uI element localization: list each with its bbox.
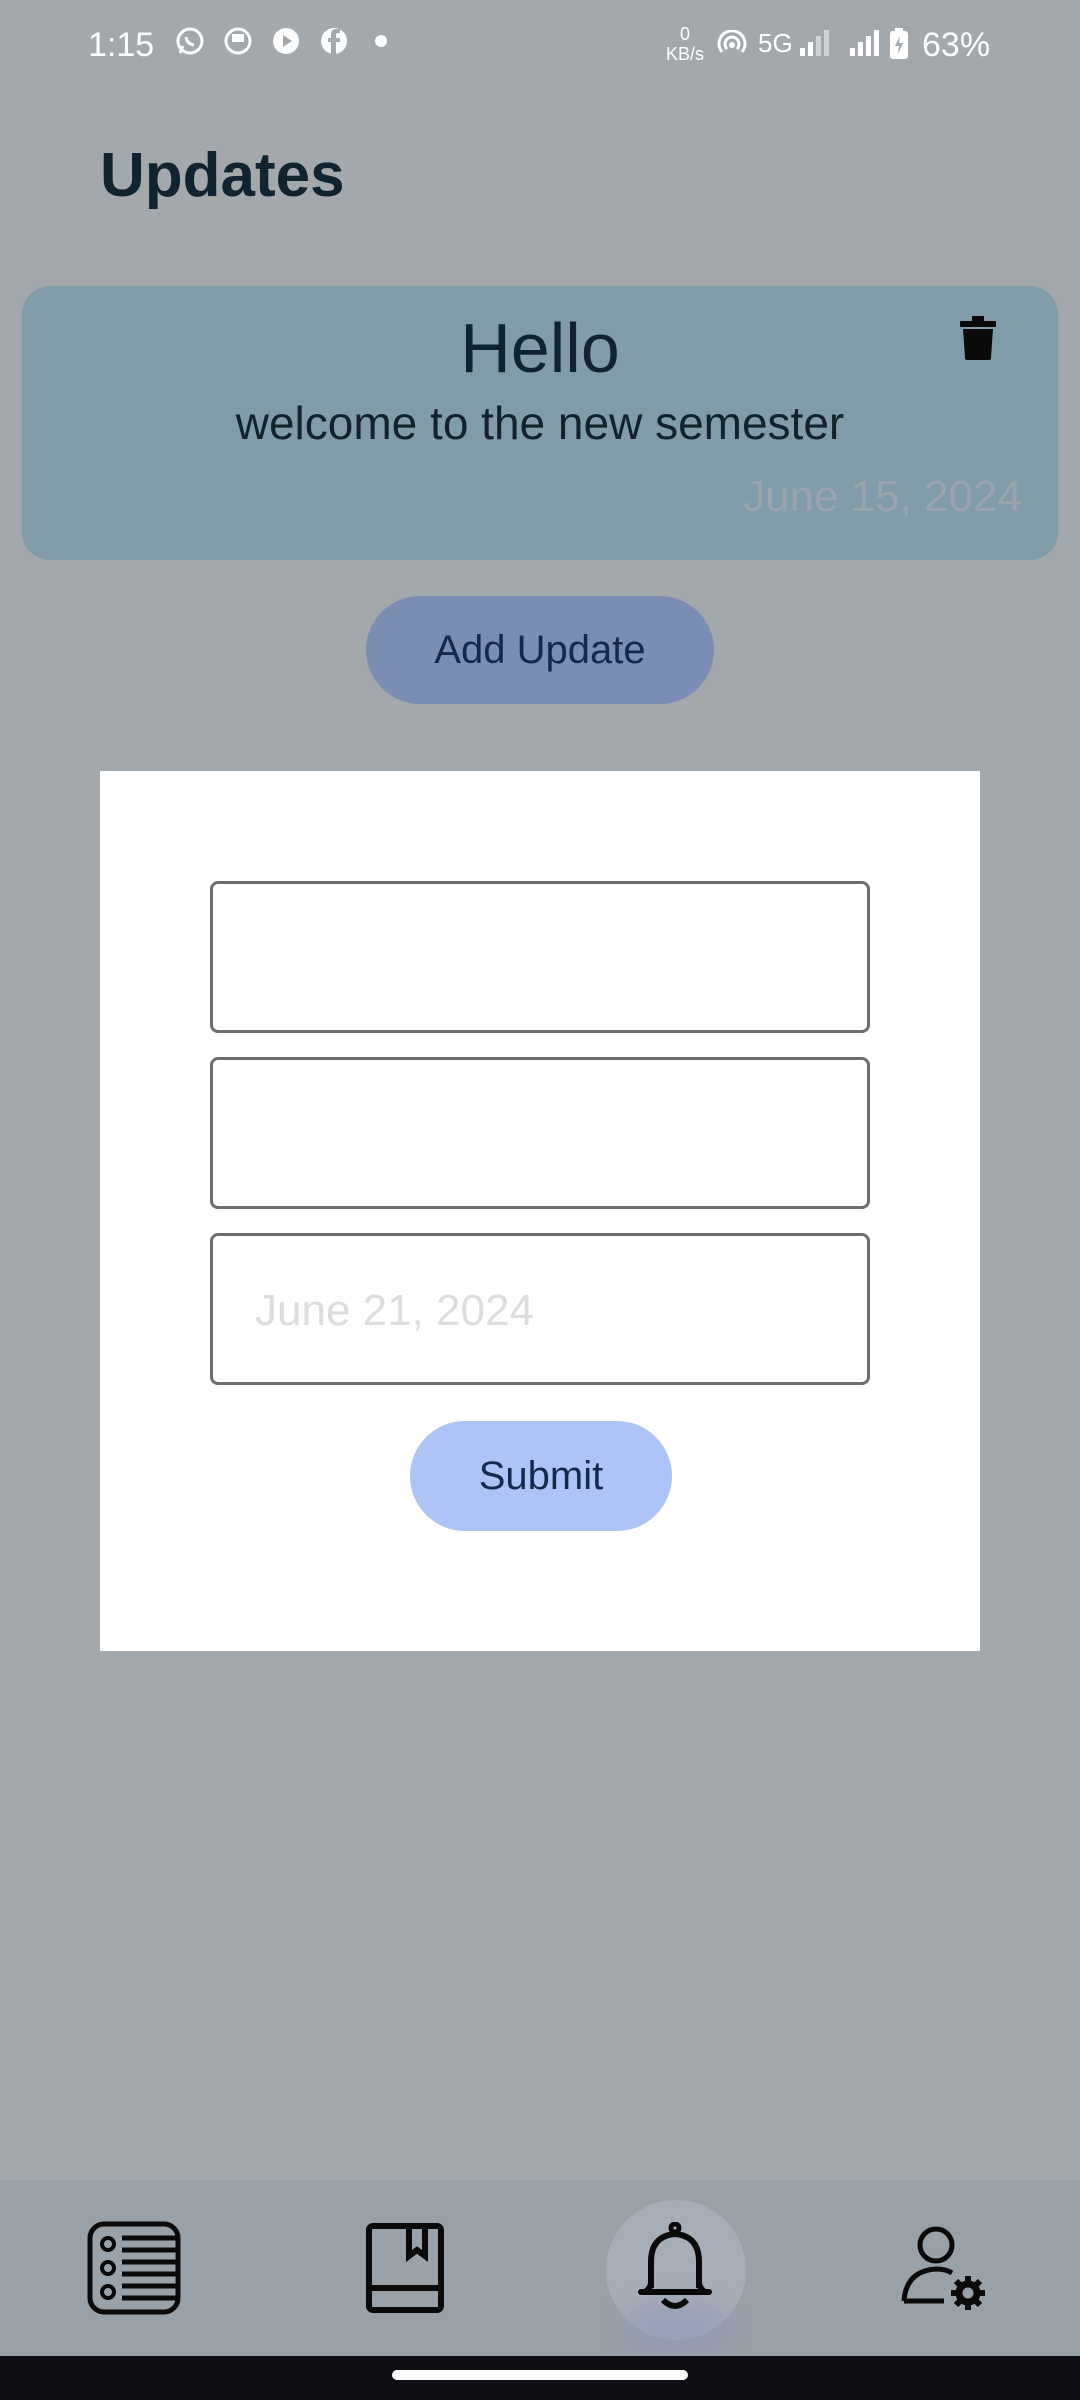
battery-charging-icon bbox=[890, 28, 908, 59]
page-title: Updates bbox=[100, 141, 345, 210]
update-body: welcome to the new semester bbox=[235, 397, 845, 449]
update-date: June 15, 2024 bbox=[743, 472, 1022, 521]
battery-percent: 63% bbox=[922, 26, 991, 64]
system-navigation-bar bbox=[0, 2356, 1080, 2400]
trash-icon[interactable] bbox=[960, 316, 996, 360]
hotspot-icon bbox=[717, 30, 747, 53]
home-indicator[interactable] bbox=[392, 2370, 688, 2380]
nav-item-profile-settings[interactable] bbox=[895, 2218, 995, 2318]
net-speed: 0 KB/s bbox=[660, 24, 710, 64]
notification-icons bbox=[175, 26, 387, 56]
app-icon bbox=[224, 27, 252, 55]
update-card: Hello welcome to the new semester June 1… bbox=[22, 286, 1058, 560]
signal-icon-2 bbox=[850, 30, 879, 56]
signal-icon bbox=[800, 30, 829, 56]
whatsapp-icon bbox=[176, 27, 204, 55]
date-input[interactable]: June 21, 2024 bbox=[210, 1233, 870, 1385]
status-time: 1:15 bbox=[88, 26, 155, 64]
status-bar: 1:15 0 KB/s 5G 63% bbox=[0, 0, 1080, 90]
add-update-button[interactable]: Add Update bbox=[366, 596, 714, 704]
user-settings-icon bbox=[901, 2226, 985, 2310]
add-update-dialog: June 21, 2024 Submit bbox=[100, 771, 980, 1651]
update-title: Hello bbox=[460, 309, 620, 387]
submit-button[interactable]: Submit bbox=[410, 1421, 672, 1531]
nav-item-book[interactable] bbox=[355, 2218, 455, 2318]
bell-icon bbox=[638, 2222, 712, 2309]
title-input[interactable] bbox=[210, 881, 870, 1033]
more-notifications-dot bbox=[375, 35, 387, 47]
nav-item-notifications[interactable] bbox=[625, 2218, 725, 2318]
nav-item-list[interactable] bbox=[84, 2218, 184, 2318]
network-type: 5G bbox=[758, 28, 793, 58]
list-icon bbox=[87, 2221, 181, 2315]
book-icon bbox=[366, 2223, 444, 2313]
net-speed-value: 0 bbox=[679, 24, 690, 44]
facebook-icon bbox=[321, 28, 347, 54]
net-speed-unit: KB/s bbox=[665, 44, 704, 64]
bottom-nav bbox=[0, 2180, 1080, 2356]
description-input[interactable] bbox=[210, 1057, 870, 1209]
youtube-icon bbox=[273, 28, 299, 54]
system-status: 0 KB/s 5G 63% bbox=[660, 22, 1080, 72]
date-input-placeholder: June 21, 2024 bbox=[255, 1286, 534, 1335]
